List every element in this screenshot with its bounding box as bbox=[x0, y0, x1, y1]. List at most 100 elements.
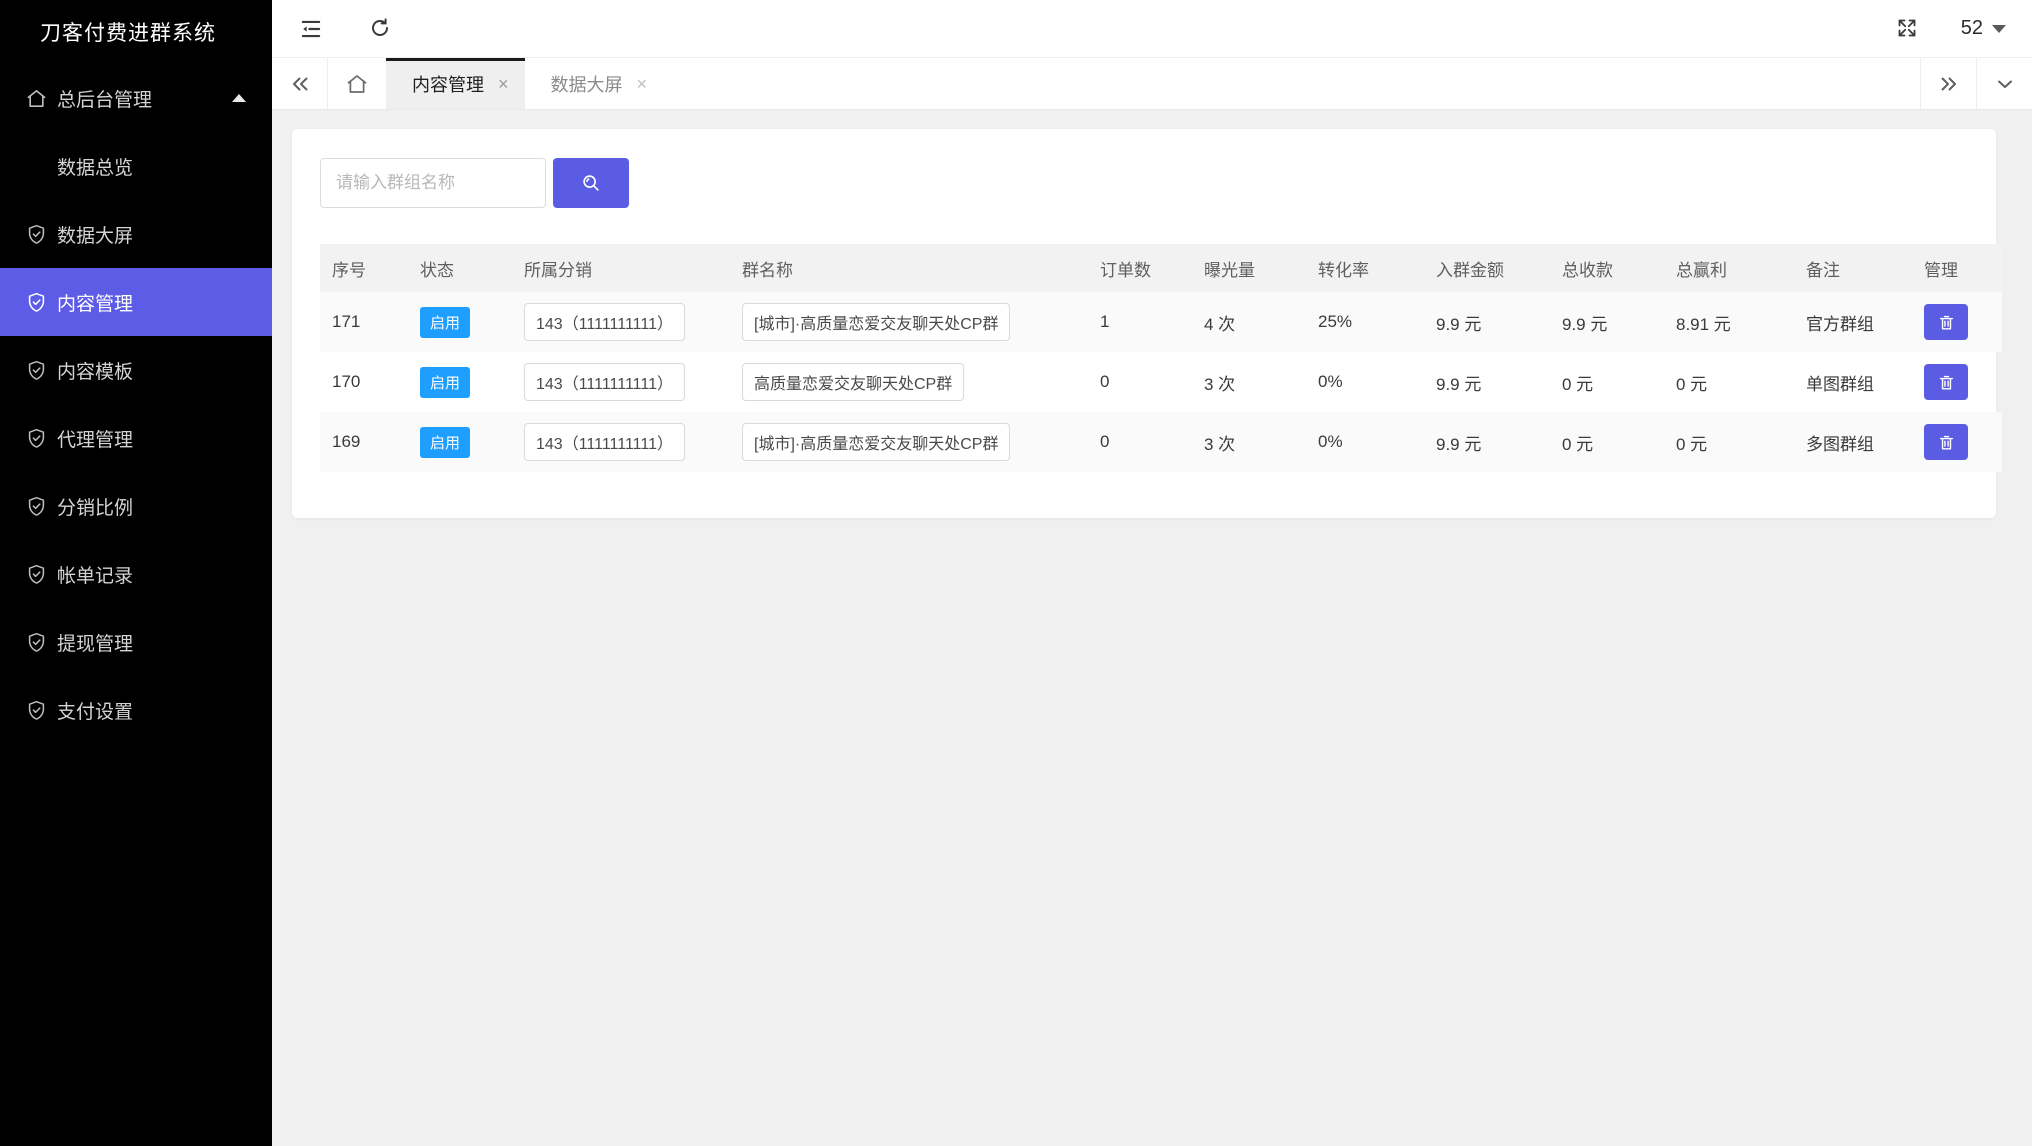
sidebar-item-content-template[interactable]: 内容模板 bbox=[0, 336, 272, 404]
chevron-down-icon bbox=[1992, 25, 2006, 33]
table-row: 171 启用 143（1111111111） [城市]·高质量恋爱交友聊天处CP… bbox=[320, 292, 2002, 352]
cell-conversion: 0% bbox=[1306, 352, 1424, 412]
sidebar-item-label: 数据大屏 bbox=[57, 221, 133, 248]
sidebar-item-label: 内容模板 bbox=[57, 357, 133, 384]
trash-icon bbox=[1937, 373, 1956, 392]
lang-value: 52 bbox=[1961, 17, 1983, 40]
app-root: 刀客付费进群系统 总后台管理 数据总览 数据大屏 内容管理 bbox=[0, 0, 2032, 1146]
lang-dropdown[interactable]: 52 bbox=[1961, 17, 2006, 40]
cell-id: 170 bbox=[320, 352, 408, 412]
col-id: 序号 bbox=[320, 244, 408, 292]
tab-label: 数据大屏 bbox=[551, 71, 623, 97]
cell-orders: 1 bbox=[1088, 292, 1192, 352]
sidebar-item-content-manage[interactable]: 内容管理 bbox=[0, 268, 272, 336]
shield-check-icon bbox=[25, 359, 48, 382]
cell-total-profit: 8.91 元 bbox=[1664, 292, 1794, 352]
tab-bar: 内容管理 × 数据大屏 × bbox=[272, 58, 2032, 110]
cell-join-amount: 9.9 元 bbox=[1424, 292, 1550, 352]
sidebar-item-label: 数据总览 bbox=[57, 153, 133, 180]
col-total-profit: 总赢利 bbox=[1664, 244, 1794, 292]
cell-join-amount: 9.9 元 bbox=[1424, 352, 1550, 412]
shield-check-icon bbox=[25, 427, 48, 450]
sidebar-item-label: 总后台管理 bbox=[57, 85, 152, 112]
table-body: 171 启用 143（1111111111） [城市]·高质量恋爱交友聊天处CP… bbox=[320, 292, 2002, 472]
delete-button[interactable] bbox=[1924, 304, 1968, 340]
tab-home[interactable] bbox=[328, 58, 386, 109]
home-icon bbox=[25, 87, 48, 110]
col-status: 状态 bbox=[408, 244, 512, 292]
cell-total-received: 0 元 bbox=[1550, 412, 1664, 472]
cell-orders: 0 bbox=[1088, 412, 1192, 472]
sidebar-item-label: 帐单记录 bbox=[57, 561, 133, 588]
sidebar-item-bill-records[interactable]: 帐单记录 bbox=[0, 540, 272, 608]
sidebar-item-admin-group[interactable]: 总后台管理 bbox=[0, 64, 272, 132]
col-orders: 订单数 bbox=[1088, 244, 1192, 292]
col-exposure: 曝光量 bbox=[1192, 244, 1306, 292]
col-manage: 管理 bbox=[1912, 244, 2002, 292]
distributor-box[interactable]: 143（1111111111） bbox=[524, 303, 685, 341]
shield-check-icon bbox=[25, 631, 48, 654]
delete-button[interactable] bbox=[1924, 424, 1968, 460]
sidebar-item-data-screen[interactable]: 数据大屏 bbox=[0, 200, 272, 268]
sidebar-item-withdraw-manage[interactable]: 提现管理 bbox=[0, 608, 272, 676]
cell-remark: 单图群组 bbox=[1794, 352, 1912, 412]
group-name-box[interactable]: 高质量恋爱交友聊天处CP群 bbox=[742, 363, 964, 401]
cell-total-profit: 0 元 bbox=[1664, 412, 1794, 472]
cell-join-amount: 9.9 元 bbox=[1424, 412, 1550, 472]
shield-check-icon bbox=[25, 563, 48, 586]
group-name-box[interactable]: [城市]·高质量恋爱交友聊天处CP群 bbox=[742, 423, 1010, 461]
trash-icon bbox=[1937, 433, 1956, 452]
col-conversion: 转化率 bbox=[1306, 244, 1424, 292]
cell-remark: 多图群组 bbox=[1794, 412, 1912, 472]
groups-table: 序号 状态 所属分销 群名称 订单数 曝光量 转化率 入群金额 总收款 总赢利 … bbox=[320, 244, 2002, 472]
tabs-menu-button[interactable] bbox=[1976, 58, 2032, 109]
distributor-box[interactable]: 143（1111111111） bbox=[524, 423, 685, 461]
sidebar-item-data-overview[interactable]: 数据总览 bbox=[0, 132, 272, 200]
cell-total-received: 9.9 元 bbox=[1550, 292, 1664, 352]
cell-total-profit: 0 元 bbox=[1664, 352, 1794, 412]
search-button[interactable] bbox=[553, 158, 629, 208]
table-header-row: 序号 状态 所属分销 群名称 订单数 曝光量 转化率 入群金额 总收款 总赢利 … bbox=[320, 244, 2002, 292]
cell-conversion: 0% bbox=[1306, 412, 1424, 472]
tab-label: 内容管理 bbox=[412, 71, 484, 97]
tab-content-manage[interactable]: 内容管理 × bbox=[386, 58, 525, 109]
delete-button[interactable] bbox=[1924, 364, 1968, 400]
col-group-name: 群名称 bbox=[730, 244, 1088, 292]
collapse-sidebar-icon[interactable] bbox=[298, 16, 324, 42]
group-name-box[interactable]: [城市]·高质量恋爱交友聊天处CP群 bbox=[742, 303, 1010, 341]
tabs-scroll-right-button[interactable] bbox=[1920, 58, 1976, 109]
distributor-box[interactable]: 143（1111111111） bbox=[524, 363, 685, 401]
cell-exposure: 3 次 bbox=[1192, 352, 1306, 412]
col-distributor: 所属分销 bbox=[512, 244, 730, 292]
search-input[interactable] bbox=[320, 158, 546, 208]
tab-data-screen[interactable]: 数据大屏 × bbox=[525, 58, 664, 109]
shield-check-icon bbox=[25, 699, 48, 722]
sidebar-item-distribution-ratio[interactable]: 分销比例 bbox=[0, 472, 272, 540]
fullscreen-icon[interactable] bbox=[1895, 16, 1921, 42]
sidebar-item-payment-settings[interactable]: 支付设置 bbox=[0, 676, 272, 744]
top-toolbar: 52 bbox=[272, 0, 2032, 58]
tabs-scroll-left-button[interactable] bbox=[272, 58, 328, 109]
main-area: 52 内容管理 × 数据大屏 × bbox=[272, 0, 2032, 1146]
status-badge: 启用 bbox=[420, 427, 470, 458]
cell-conversion: 25% bbox=[1306, 292, 1424, 352]
sidebar-item-agent-manage[interactable]: 代理管理 bbox=[0, 404, 272, 472]
table-row: 169 启用 143（1111111111） [城市]·高质量恋爱交友聊天处CP… bbox=[320, 412, 2002, 472]
cell-id: 171 bbox=[320, 292, 408, 352]
content-card: 序号 状态 所属分销 群名称 订单数 曝光量 转化率 入群金额 总收款 总赢利 … bbox=[292, 129, 1996, 518]
collapse-caret-icon bbox=[232, 94, 246, 102]
cell-total-received: 0 元 bbox=[1550, 352, 1664, 412]
shield-check-icon bbox=[25, 495, 48, 518]
shield-check-icon bbox=[25, 291, 48, 314]
sidebar-item-label: 支付设置 bbox=[57, 697, 133, 724]
col-join-amount: 入群金额 bbox=[1424, 244, 1550, 292]
close-icon[interactable]: × bbox=[498, 75, 509, 93]
close-icon[interactable]: × bbox=[637, 75, 648, 93]
status-badge: 启用 bbox=[420, 307, 470, 338]
refresh-icon[interactable] bbox=[368, 16, 394, 42]
cell-exposure: 3 次 bbox=[1192, 412, 1306, 472]
shield-check-icon bbox=[25, 223, 48, 246]
sidebar-item-label: 提现管理 bbox=[57, 629, 133, 656]
trash-icon bbox=[1937, 313, 1956, 332]
cell-exposure: 4 次 bbox=[1192, 292, 1306, 352]
